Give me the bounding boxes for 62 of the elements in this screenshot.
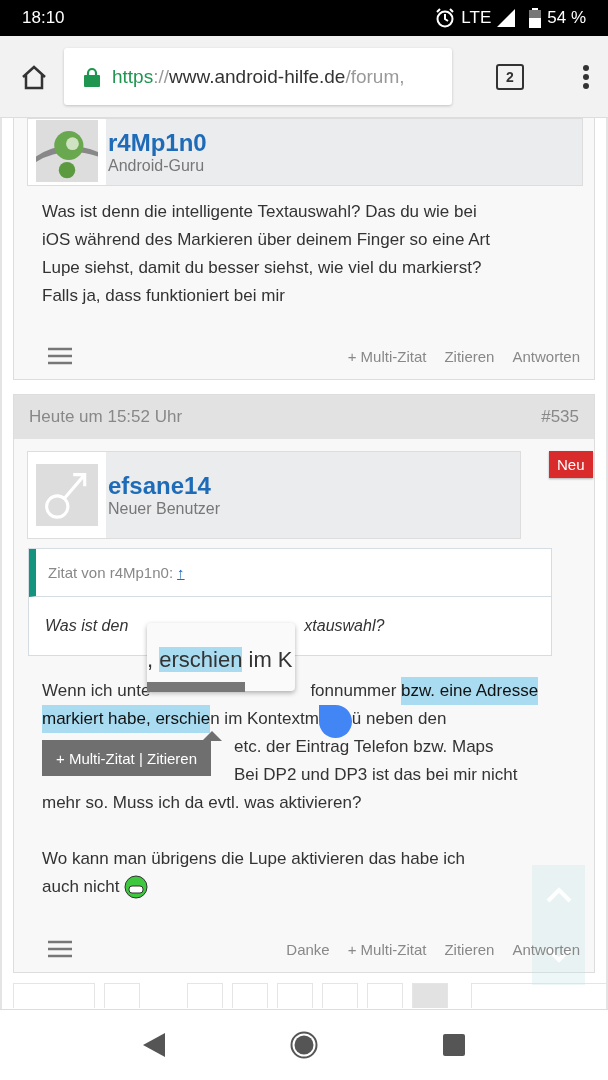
post-text: Bei DP2 und DP3 ist das bei mir nicht — [234, 764, 518, 786]
clock-time: 18:10 — [22, 8, 65, 28]
author-rank: Android-Guru — [108, 157, 206, 175]
magnified-text: , erschien im K — [147, 647, 294, 673]
post-action-link[interactable]: Antworten — [512, 940, 580, 958]
page-button[interactable] — [322, 983, 358, 1008]
page-button[interactable] — [367, 983, 403, 1008]
recents-icon[interactable] — [443, 1034, 466, 1056]
post-text: n im Kontextm — [210, 708, 319, 730]
toolbar-pointer-icon — [202, 731, 222, 741]
more-menu-icon[interactable] — [582, 63, 590, 90]
post-text: ü neben den — [351, 708, 447, 730]
post-text: Wo kann man übrigens die Lupe aktivieren das habe ich — [42, 848, 466, 870]
selected-text: markiert habe, erschie — [42, 705, 211, 733]
grin-emoji-icon — [123, 875, 148, 899]
post-number: #535 — [541, 407, 579, 427]
menu-icon[interactable] — [48, 940, 72, 958]
post-action-link[interactable]: + Multi-Zitat — [347, 347, 427, 365]
post-text: Lupe siehst, damit du besser siehst, wie viel du markierst? — [42, 257, 482, 279]
menu-icon[interactable] — [48, 347, 72, 365]
home-icon[interactable] — [290, 1031, 318, 1059]
network-type: LTE — [461, 8, 492, 28]
home-icon[interactable] — [20, 63, 48, 90]
post-text: Falls ja, dass funktioniert bei mir — [42, 285, 285, 307]
post-action-link[interactable]: + Multi-Zitat — [347, 940, 427, 958]
post-text: etc. der Eintrag Telefon bzw. Maps — [234, 736, 494, 758]
page-button[interactable] — [471, 983, 606, 1008]
battery-icon — [529, 8, 542, 28]
selection-handle[interactable] — [318, 705, 352, 738]
new-badge: Neu — [549, 451, 593, 478]
page-button[interactable] — [104, 983, 140, 1008]
page-button[interactable] — [232, 983, 268, 1008]
author-name[interactable]: r4Mp1n0 — [108, 129, 207, 157]
page-button[interactable] — [277, 983, 313, 1008]
lock-icon — [84, 66, 100, 87]
post-date: Heute um 15:52 Uhr — [29, 407, 183, 427]
tab-switcher-button[interactable]: 2 — [496, 63, 524, 90]
quote-link[interactable]: ↑ — [177, 564, 185, 581]
selection-toolbar[interactable]: + Multi-Zitat | Zitieren — [42, 740, 211, 776]
post-action-link[interactable]: Zitieren — [444, 347, 495, 365]
post-action-link[interactable]: Zitieren — [444, 940, 495, 958]
post-text: Was ist denn die intelligente Textauswahl? Das du wie bei — [42, 201, 477, 223]
post-text: mehr so. Muss ich da evtl. was aktivieren? — [42, 792, 362, 814]
battery-level: 54 % — [547, 8, 586, 28]
page-button[interactable] — [13, 983, 95, 1008]
selected-text: bzw. eine Adresse — [401, 677, 539, 705]
signal-icon — [497, 9, 516, 27]
url-text: https://www.android-hilfe.de/forum, — [112, 65, 405, 88]
quote-author: Zitat von r4Mp1n0: — [48, 564, 174, 581]
post-text: iOS während des Markieren über deinem Finger so eine Art — [42, 229, 490, 251]
quote-text: Was ist den — [45, 617, 129, 635]
alarm-icon — [435, 8, 456, 28]
quote-text: xtauswahl? — [304, 617, 385, 635]
author-name[interactable]: efsane14 — [108, 472, 221, 500]
author-rank: Neuer Benutzer — [108, 500, 221, 518]
page-button[interactable] — [187, 983, 223, 1008]
post-text: auch nicht — [42, 876, 120, 898]
address-bar[interactable]: https://www.android-hilfe.de/forum, — [64, 48, 452, 105]
post-text: fonnummer — [310, 680, 398, 702]
back-icon[interactable] — [142, 1033, 165, 1057]
post-action-link[interactable]: Danke — [286, 940, 330, 958]
post-action-link[interactable]: Antworten — [512, 347, 580, 365]
